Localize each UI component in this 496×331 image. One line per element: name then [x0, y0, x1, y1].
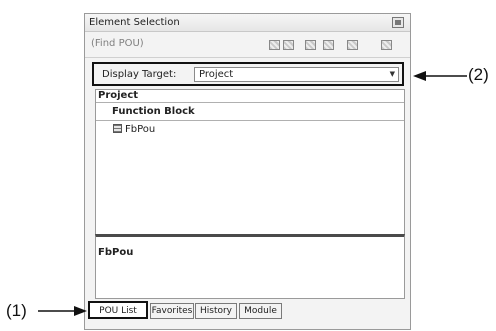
arrow-2-head: [413, 71, 426, 81]
arrow-1-head: [74, 306, 87, 316]
callout-arrows: [38, 71, 467, 316]
callout-label-1: (1): [6, 301, 27, 320]
callout-label-2: (2): [468, 65, 489, 84]
